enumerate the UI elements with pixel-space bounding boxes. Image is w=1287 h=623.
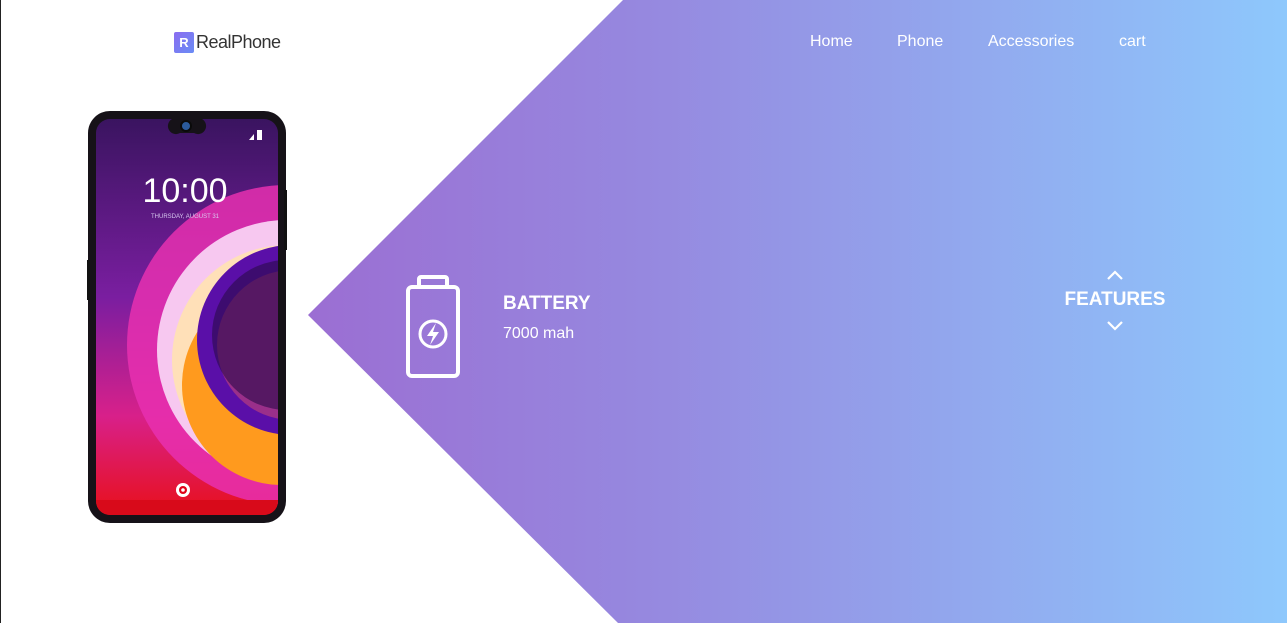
phone-time: 10:00 <box>142 172 227 210</box>
chevron-up-icon[interactable] <box>1105 268 1125 282</box>
feature-title: BATTERY <box>503 293 591 314</box>
nav-home[interactable]: Home <box>810 33 897 51</box>
battery-charging-icon <box>406 275 460 378</box>
brand-name: RealPhone <box>196 32 281 52</box>
phone-date: THURSDAY, AUGUST 31 <box>151 214 220 220</box>
features-label: FEATURES <box>1064 289 1166 310</box>
feature-value: 7000 mah <box>503 325 575 342</box>
nav-cart[interactable]: cart <box>1119 33 1146 51</box>
features-switcher: FEATURES <box>1061 268 1169 333</box>
nav-phone[interactable]: Phone <box>897 33 988 51</box>
logo-mark-icon: R <box>174 32 194 53</box>
phone-image: 10:00 THURSDAY, AUGUST 31 <box>87 111 287 523</box>
brand-logo[interactable]: R RealPhone <box>174 32 281 53</box>
chevron-down-icon[interactable] <box>1105 319 1125 333</box>
nav-accessories[interactable]: Accessories <box>988 33 1119 51</box>
main-nav: Home Phone Accessories cart <box>810 33 1146 51</box>
